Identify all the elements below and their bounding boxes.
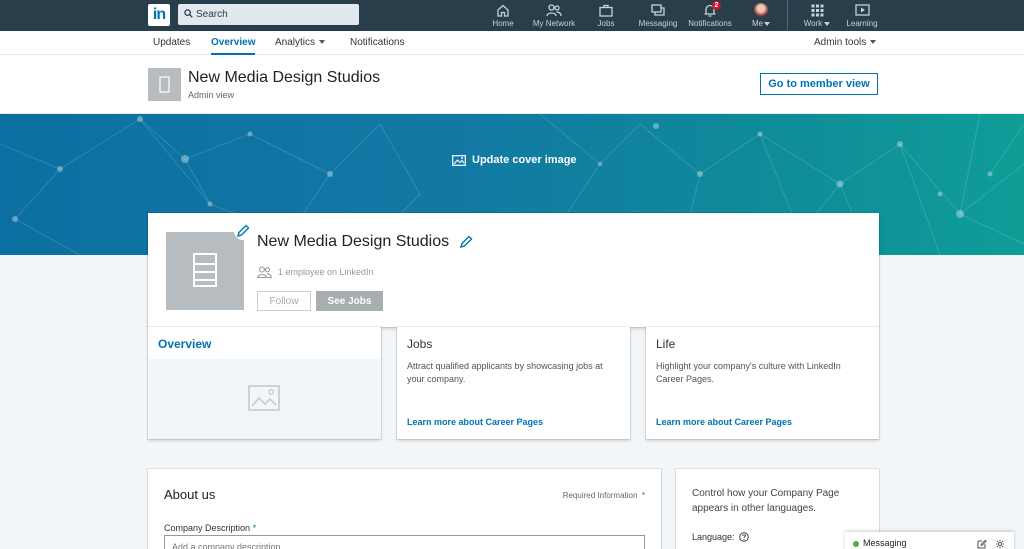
jobs-learn-more-link[interactable]: Learn more about Career Pages	[407, 417, 543, 427]
update-cover-label: Update cover image	[472, 154, 577, 166]
overview-card-title: Overview	[158, 337, 212, 351]
grid-icon	[811, 4, 823, 17]
update-cover-image-button[interactable]: Update cover image	[452, 154, 577, 166]
nav-me-label: Me	[752, 19, 771, 28]
building-icon	[193, 253, 217, 287]
company-description-label: Company Description *	[164, 523, 257, 533]
life-card-title: Life	[656, 337, 676, 351]
nav-work-label: Work	[804, 19, 831, 28]
network-icon	[546, 4, 562, 17]
language-description: Control how your Company Page appears in…	[692, 488, 840, 514]
notification-badge: 2	[712, 1, 721, 10]
chevron-down-icon	[319, 40, 326, 45]
nav-my-network[interactable]: My Network	[528, 0, 580, 31]
nav-home-label: Home	[492, 19, 514, 28]
top-navigation: in Home My Network Jobs	[0, 0, 1024, 31]
overview-card[interactable]: Overview	[148, 327, 381, 439]
home-icon	[497, 4, 509, 17]
tab-overview[interactable]: Overview	[211, 31, 256, 55]
nav-learning[interactable]: Learning	[843, 0, 881, 31]
required-info-note: Required Information *	[562, 491, 645, 500]
pencil-icon	[236, 224, 250, 238]
image-icon	[248, 385, 280, 411]
nav-my-network-label: My Network	[532, 19, 576, 28]
life-card-description: Highlight your company's culture with Li…	[656, 361, 841, 384]
nav-home[interactable]: Home	[489, 0, 517, 31]
company-subnav: Updates Overview Analytics Notifications…	[0, 31, 1024, 55]
messaging-icon	[651, 4, 665, 16]
jobs-card-title: Jobs	[407, 337, 433, 351]
company-profile-card: New Media Design Studios 1 employee on L…	[148, 213, 879, 327]
nav-notifications[interactable]: 2 Notifications	[684, 0, 736, 31]
search-input[interactable]	[196, 4, 356, 25]
company-description-input[interactable]	[164, 535, 645, 549]
tab-analytics[interactable]: Analytics	[275, 31, 326, 55]
nav-learning-label: Learning	[846, 19, 878, 28]
tab-updates[interactable]: Updates	[153, 31, 190, 55]
nav-messaging[interactable]: Messaging	[636, 0, 680, 31]
search-icon	[184, 9, 193, 18]
messaging-bar[interactable]: Messaging	[845, 532, 1014, 549]
admin-tools-menu[interactable]: Admin tools	[814, 31, 877, 55]
about-us-card: About us Required Information * Company …	[148, 469, 661, 549]
nav-divider	[787, 0, 788, 31]
jobs-card[interactable]: Jobs Attract qualified applicants by sho…	[397, 327, 630, 439]
go-to-member-view-button[interactable]: Go to member view	[760, 73, 878, 95]
company-logo-small	[148, 68, 181, 101]
life-learn-more-link[interactable]: Learn more about Career Pages	[656, 417, 792, 427]
page-title: New Media Design Studios	[188, 69, 381, 86]
language-label: Language:	[692, 532, 749, 542]
learning-icon	[854, 4, 870, 16]
company-logo[interactable]	[166, 232, 244, 310]
admin-view-label: Admin view	[188, 90, 235, 100]
linkedin-logo[interactable]: in	[148, 4, 170, 26]
about-us-heading: About us	[164, 487, 216, 502]
chevron-down-icon	[870, 40, 877, 45]
nav-me[interactable]: Me	[749, 0, 773, 31]
chevron-down-icon	[764, 21, 771, 26]
tab-notifications[interactable]: Notifications	[350, 31, 404, 55]
nav-notifications-label: Notifications	[688, 19, 732, 28]
messaging-label: Messaging	[863, 538, 907, 548]
chevron-down-icon	[824, 21, 831, 26]
employee-count[interactable]: 1 employee on LinkedIn	[257, 266, 374, 278]
overview-image-placeholder	[148, 359, 381, 439]
edit-name-pencil-icon[interactable]	[459, 235, 473, 249]
life-card[interactable]: Life Highlight your company's culture wi…	[646, 327, 879, 439]
help-icon[interactable]	[738, 532, 749, 542]
compose-icon[interactable]	[977, 539, 987, 549]
briefcase-icon	[599, 4, 613, 17]
see-jobs-button[interactable]: See Jobs	[316, 291, 383, 311]
nav-jobs[interactable]: Jobs	[594, 0, 618, 31]
building-icon	[159, 76, 170, 93]
jobs-card-description: Attract qualified applicants by showcasi…	[407, 361, 603, 384]
follow-button[interactable]: Follow	[257, 291, 311, 311]
search-box[interactable]	[178, 4, 359, 25]
nav-jobs-label: Jobs	[597, 19, 615, 28]
edit-logo-button[interactable]	[234, 222, 252, 240]
online-status-dot	[853, 541, 859, 547]
nav-work[interactable]: Work	[800, 0, 834, 31]
admin-header: New Media Design Studios Admin view Go t…	[0, 55, 1024, 114]
avatar	[754, 3, 768, 17]
employee-count-label: 1 employee on LinkedIn	[278, 267, 374, 277]
company-name: New Media Design Studios	[257, 233, 450, 250]
nav-messaging-label: Messaging	[638, 19, 678, 28]
people-icon	[257, 266, 272, 278]
gear-icon[interactable]	[995, 539, 1005, 549]
image-icon	[452, 154, 466, 166]
